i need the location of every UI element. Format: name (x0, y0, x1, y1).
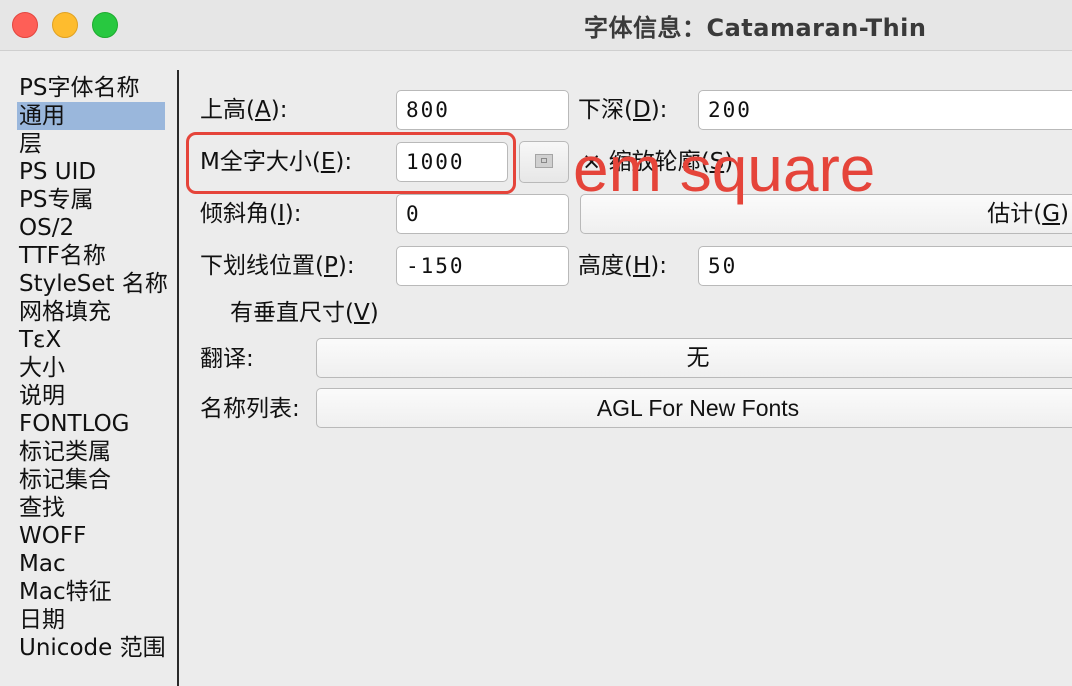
sidebar-item-mark-classes[interactable]: 标记类属 (17, 438, 177, 466)
sidebar-item-ps-uid[interactable]: PS UID (17, 158, 177, 186)
sidebar-item-dates[interactable]: 日期 (17, 606, 177, 634)
sidebar: PS字体名称 通用 层 PS UID PS专属 OS/2 TTF名称 Style… (17, 74, 177, 662)
underline-height-label: 高度(H): (578, 253, 668, 279)
descent-input[interactable]: 200 (698, 90, 1072, 130)
sidebar-item-mac[interactable]: Mac (17, 550, 177, 578)
interpretation-select[interactable]: 无 (316, 338, 1072, 378)
sidebar-item-woff[interactable]: WOFF (17, 522, 177, 550)
underline-height-input[interactable]: 50 (698, 246, 1072, 286)
close-window-button[interactable] (12, 12, 38, 38)
minimize-window-button[interactable] (52, 12, 78, 38)
namelist-select[interactable]: AGL For New Fonts (316, 388, 1072, 428)
sidebar-item-ps-font-name[interactable]: PS字体名称 (17, 74, 177, 102)
title-bar: 字体信息：Catamaran-Thin (0, 0, 1072, 51)
sidebar-item-styleset-names[interactable]: StyleSet 名称 (17, 270, 177, 298)
has-vertical-metrics-checkbox[interactable]: 有垂直尺寸(V) (230, 298, 379, 328)
sidebar-item-mac-features[interactable]: Mac特征 (17, 578, 177, 606)
italic-angle-label: 倾斜角(I): (200, 201, 302, 227)
em-square-annotation: em square (573, 133, 876, 205)
popup-menu-icon (535, 154, 553, 168)
sidebar-item-mark-sets[interactable]: 标记集合 (17, 466, 177, 494)
interpretation-label: 翻译: (200, 346, 254, 372)
sidebar-item-general[interactable]: 通用 (17, 102, 165, 130)
italic-angle-input[interactable]: 0 (396, 194, 569, 234)
sidebar-item-ps-private[interactable]: PS专属 (17, 186, 177, 214)
ascent-label: 上高(A): (200, 97, 288, 123)
em-size-popup-button[interactable] (519, 141, 569, 183)
sidebar-item-tex[interactable]: TεX (17, 326, 177, 354)
font-info-window: 字体信息：Catamaran-Thin PS字体名称 通用 层 PS UID P… (0, 0, 1072, 686)
sidebar-item-os2[interactable]: OS/2 (17, 214, 177, 242)
descent-label: 下深(D): (578, 97, 668, 123)
em-size-highlight-box (186, 132, 516, 194)
maximize-window-button[interactable] (92, 12, 118, 38)
sidebar-item-ttf-names[interactable]: TTF名称 (17, 242, 177, 270)
underline-position-input[interactable]: -150 (396, 246, 569, 286)
namelist-label: 名称列表: (200, 396, 300, 422)
sidebar-item-layers[interactable]: 层 (17, 130, 177, 158)
sidebar-item-size[interactable]: 大小 (17, 354, 177, 382)
ascent-input[interactable]: 800 (396, 90, 569, 130)
sidebar-item-fontlog[interactable]: FONTLOG (17, 410, 177, 438)
sidebar-item-grid-fitting[interactable]: 网格填充 (17, 298, 177, 326)
window-title: 字体信息：Catamaran-Thin (584, 14, 927, 42)
sidebar-divider (177, 70, 179, 686)
underline-position-label: 下划线位置(P): (200, 253, 355, 279)
sidebar-item-comment[interactable]: 说明 (17, 382, 177, 410)
sidebar-item-lookups[interactable]: 查找 (17, 494, 177, 522)
sidebar-item-unicode-ranges[interactable]: Unicode 范围 (17, 634, 177, 662)
